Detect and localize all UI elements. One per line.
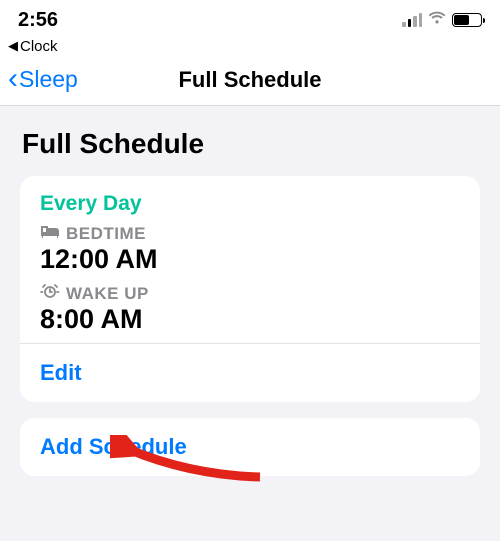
bedtime-value: 12:00 AM [40,244,460,275]
breadcrumb-label: Clock [20,38,58,55]
bed-icon [40,225,60,244]
battery-icon [452,13,482,27]
bedtime-label: BEDTIME [66,224,146,244]
breadcrumb-caret-icon: ◀ [8,38,18,54]
back-button[interactable]: ‹ Sleep [8,66,78,93]
alarm-clock-icon [40,283,60,304]
wakeup-label: WAKE UP [66,284,149,304]
schedule-card: Every Day BEDTIME 12:00 AM WAKE UP 8:00 … [20,176,480,402]
cellular-signal-icon [402,13,422,27]
chevron-left-icon: ‹ [8,70,18,88]
navigation-bar: ‹ Sleep Full Schedule [0,56,500,106]
back-button-label: Sleep [19,66,78,93]
schedule-day-label: Every Day [40,192,460,216]
wakeup-row: WAKE UP [40,283,460,304]
breadcrumb-back[interactable]: ◀ Clock [0,36,500,56]
status-indicators [402,11,482,30]
nav-title: Full Schedule [178,67,321,93]
edit-button[interactable]: Edit [20,344,480,402]
status-bar: 2:56 [0,0,500,36]
wifi-icon [428,11,446,30]
status-time: 2:56 [18,9,58,32]
page-title: Full Schedule [0,106,500,176]
wakeup-value: 8:00 AM [40,304,460,335]
add-schedule-card: Add Schedule [20,418,480,476]
content-area: Full Schedule Every Day BEDTIME 12:00 AM… [0,106,500,541]
add-schedule-button[interactable]: Add Schedule [20,418,480,476]
bedtime-row: BEDTIME [40,224,460,244]
